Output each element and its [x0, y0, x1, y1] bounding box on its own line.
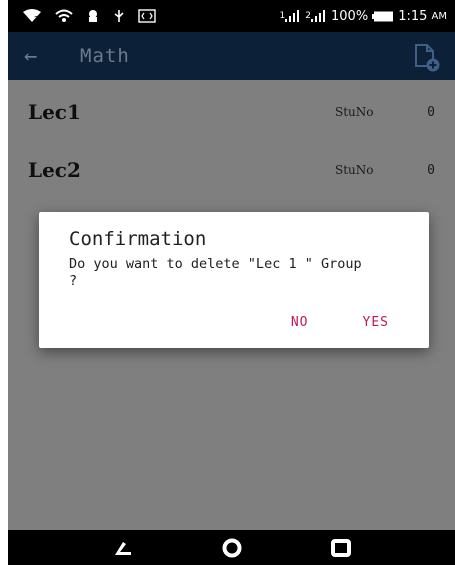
- lecture-name: Lec1: [28, 100, 81, 124]
- list-item[interactable]: Lec1 StuNo 0: [8, 84, 455, 140]
- sim1-signal: 1: [280, 10, 302, 22]
- back-arrow-icon[interactable]: ←: [24, 44, 52, 69]
- battery-icon: [372, 11, 394, 22]
- student-number-label: StuNo: [335, 105, 374, 119]
- status-bar: ? 1 2 100% 1:15 AM: [8, 0, 455, 32]
- code-icon: [138, 9, 156, 23]
- page-title: Math: [80, 45, 130, 67]
- student-number-label: StuNo: [335, 163, 374, 177]
- status-right-icons: 1 2 100% 1:15 AM: [280, 9, 447, 24]
- dialog-message: Do you want to delete "Lec 1 " Group ?: [69, 256, 362, 289]
- navigation-bar: [8, 530, 455, 565]
- usb-icon: [112, 9, 126, 23]
- home-icon[interactable]: [212, 533, 252, 563]
- list-item[interactable]: Lec2 StuNo 0: [8, 142, 455, 198]
- wifi-unknown-icon: ?: [22, 9, 42, 23]
- sim2-signal: 2: [305, 10, 327, 22]
- confirmation-dialog: Confirmation Do you want to delete "Lec …: [39, 212, 429, 348]
- app-bar: ← Math: [8, 32, 455, 80]
- back-nav-icon[interactable]: [103, 533, 143, 563]
- svg-text:?: ?: [34, 15, 38, 23]
- add-file-icon[interactable]: [411, 42, 441, 72]
- status-left-icons: ?: [22, 9, 156, 23]
- recent-apps-icon[interactable]: [321, 533, 361, 563]
- student-count: 0: [427, 104, 435, 120]
- yes-button[interactable]: YES: [363, 315, 389, 330]
- clock: 1:15 AM: [398, 8, 447, 24]
- lecture-name: Lec2: [28, 158, 81, 182]
- signal-icon: [311, 10, 326, 22]
- no-button[interactable]: NO: [291, 315, 309, 330]
- student-count: 0: [427, 162, 435, 178]
- dialog-title: Confirmation: [69, 228, 207, 250]
- dialog-actions: NO YES: [291, 315, 389, 330]
- android-icon: [86, 9, 100, 23]
- signal-icon: [285, 10, 300, 22]
- battery-percent: 100%: [331, 8, 369, 24]
- wifi-icon: [54, 9, 74, 23]
